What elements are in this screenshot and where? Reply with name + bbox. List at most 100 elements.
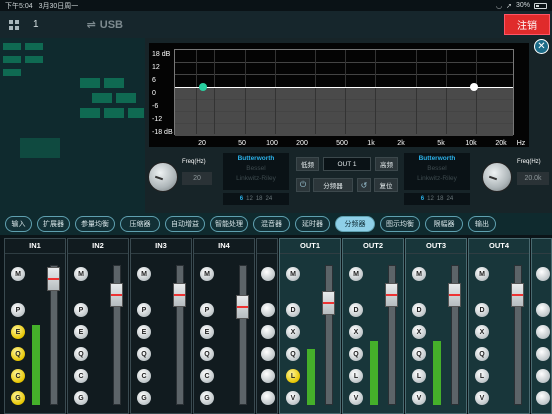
eq-button[interactable]: Q — [286, 347, 300, 361]
power-icon[interactable]: ⏻ — [296, 178, 310, 192]
tab-auto-gain[interactable]: 自动增益 — [165, 216, 205, 232]
eq-button[interactable] — [261, 347, 275, 361]
gain-button[interactable]: G — [11, 391, 25, 405]
delay-button[interactable]: D — [286, 303, 300, 317]
eq-button[interactable]: Q — [475, 347, 489, 361]
tab-smart-processing[interactable]: 智能处理 — [210, 216, 248, 232]
phase-button[interactable] — [261, 303, 275, 317]
volume-button[interactable]: V — [475, 391, 489, 405]
filter-option[interactable]: Linkwitz-Riley — [404, 174, 470, 184]
compressor-button[interactable]: C — [200, 369, 214, 383]
volume-button[interactable]: V — [412, 391, 426, 405]
slope-option[interactable]: 24 — [266, 196, 273, 202]
mute-button[interactable]: M — [200, 267, 214, 281]
delay-button[interactable]: D — [412, 303, 426, 317]
volume-fader[interactable] — [511, 283, 524, 307]
limiter-button[interactable]: L — [349, 369, 363, 383]
volume-fader[interactable] — [110, 283, 123, 307]
slope-option[interactable]: 12 — [246, 196, 253, 202]
low-cut-handle[interactable] — [199, 83, 207, 91]
expander-button[interactable]: E — [200, 325, 214, 339]
close-icon[interactable]: ✕ — [534, 39, 549, 54]
tab-output[interactable]: 输出 — [468, 216, 496, 232]
slope-option[interactable]: 12 — [427, 196, 434, 202]
menu-grid-icon[interactable] — [9, 19, 19, 30]
low-freq-value[interactable]: 20 — [182, 172, 212, 185]
mute-button[interactable]: M — [349, 267, 363, 281]
tab-delay[interactable]: 延时器 — [295, 216, 330, 232]
plot-area[interactable] — [174, 49, 514, 136]
volume-fader[interactable] — [236, 295, 249, 319]
eq-button[interactable]: Q — [349, 347, 363, 361]
eq-button[interactable]: Q — [74, 347, 88, 361]
phase-button[interactable]: P — [11, 303, 25, 317]
mute-button[interactable]: M — [286, 267, 300, 281]
eq-button[interactable] — [536, 347, 550, 361]
eq-button[interactable]: Q — [137, 347, 151, 361]
filter-option[interactable]: Bessel — [404, 164, 470, 174]
low-slope-picker[interactable]: 6 12 18 24 — [223, 193, 289, 205]
crossover-toggle-button[interactable]: 分频器 — [313, 178, 353, 192]
crossover-button[interactable]: X — [349, 325, 363, 339]
compressor-button[interactable] — [261, 369, 275, 383]
crossover-button[interactable] — [536, 325, 550, 339]
delay-button[interactable] — [536, 303, 550, 317]
mute-button[interactable]: M — [475, 267, 489, 281]
low-band-button[interactable]: 低频 — [296, 157, 319, 171]
expander-button[interactable]: E — [74, 325, 88, 339]
slope-option[interactable]: 6 — [240, 196, 243, 202]
phase-button[interactable]: P — [137, 303, 151, 317]
phase-button[interactable]: P — [200, 303, 214, 317]
gain-button[interactable]: G — [200, 391, 214, 405]
delay-button[interactable]: D — [349, 303, 363, 317]
volume-fader[interactable] — [173, 283, 186, 307]
volume-fader[interactable] — [448, 283, 461, 307]
compressor-button[interactable]: C — [137, 369, 151, 383]
limiter-button[interactable]: L — [286, 369, 300, 383]
slope-option[interactable]: 24 — [447, 196, 454, 202]
tab-graphic-eq[interactable]: 图示均衡 — [380, 216, 420, 232]
gain-button[interactable]: G — [137, 391, 151, 405]
logout-button[interactable]: 注销 — [504, 14, 550, 35]
crossover-button[interactable]: X — [412, 325, 426, 339]
high-cut-handle[interactable] — [470, 83, 478, 91]
compressor-button[interactable]: C — [11, 369, 25, 383]
filter-option[interactable]: Butterworth — [404, 154, 470, 164]
volume-fader[interactable] — [47, 267, 60, 291]
high-band-button[interactable]: 高频 — [375, 157, 398, 171]
filter-option[interactable]: Butterworth — [223, 154, 289, 164]
high-freq-knob[interactable] — [482, 162, 512, 192]
tab-expander[interactable]: 扩展器 — [37, 216, 70, 232]
low-freq-knob[interactable] — [148, 162, 178, 192]
tab-parametric-eq[interactable]: 参量均衡 — [75, 216, 115, 232]
expander-button[interactable] — [261, 325, 275, 339]
tab-compressor[interactable]: 压缩器 — [120, 216, 160, 232]
low-filter-type-picker[interactable]: Butterworth Bessel Linkwitz-Riley — [223, 153, 289, 190]
limiter-button[interactable] — [536, 369, 550, 383]
mute-button[interactable] — [261, 267, 275, 281]
filter-option[interactable]: Linkwitz-Riley — [223, 174, 289, 184]
compressor-button[interactable]: C — [74, 369, 88, 383]
limiter-button[interactable]: L — [475, 369, 489, 383]
limiter-button[interactable]: L — [412, 369, 426, 383]
reset-button[interactable]: 复位 — [374, 178, 398, 192]
volume-button[interactable]: V — [286, 391, 300, 405]
mute-button[interactable]: M — [11, 267, 25, 281]
delay-button[interactable]: D — [475, 303, 489, 317]
tab-mixer[interactable]: 混音器 — [253, 216, 290, 232]
eq-button[interactable]: Q — [412, 347, 426, 361]
eq-button[interactable]: Q — [11, 347, 25, 361]
volume-fader[interactable] — [385, 283, 398, 307]
slope-option[interactable]: 18 — [256, 196, 263, 202]
slope-option[interactable]: 6 — [421, 196, 424, 202]
volume-button[interactable] — [536, 391, 550, 405]
high-slope-picker[interactable]: 6 12 18 24 — [404, 193, 470, 205]
volume-button[interactable]: V — [349, 391, 363, 405]
high-freq-value[interactable]: 20.0k — [517, 172, 549, 185]
reset-icon[interactable]: ↺ — [357, 178, 371, 192]
expander-button[interactable]: E — [137, 325, 151, 339]
tab-limiter[interactable]: 限幅器 — [425, 216, 463, 232]
slope-option[interactable]: 18 — [437, 196, 444, 202]
mute-button[interactable]: M — [412, 267, 426, 281]
mute-button[interactable] — [536, 267, 550, 281]
